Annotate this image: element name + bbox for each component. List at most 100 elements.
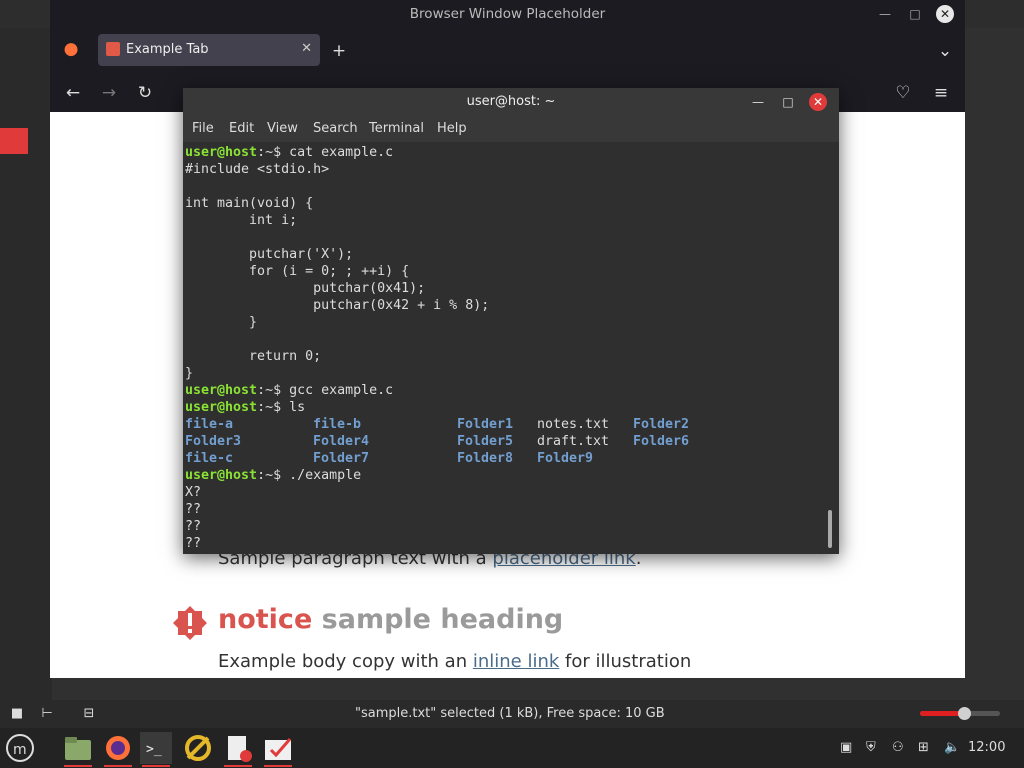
new-tab-button[interactable]: + — [328, 40, 350, 62]
places-icon[interactable]: ■ — [6, 704, 28, 724]
maximize-button[interactable]: □ — [906, 5, 924, 23]
announcement-heading: notice sample heading — [218, 604, 563, 635]
ls-entry: Folder3 — [185, 434, 242, 449]
ls-entry: Folder2 — [633, 417, 690, 432]
status-text: "sample.txt" selected (1 kB), Free space… — [355, 706, 665, 721]
ls-entry: Folder5 — [457, 434, 514, 449]
files-icon[interactable] — [62, 732, 94, 767]
prompt-line: user@host:~$ ls — [185, 400, 306, 415]
zoom-slider-handle[interactable] — [958, 707, 971, 720]
svg-text:>_: >_ — [146, 742, 162, 757]
terminal-icon[interactable]: >_ — [140, 732, 172, 767]
shield-icon[interactable]: ⛨ — [866, 740, 876, 755]
terminal-maximize-button[interactable]: □ — [779, 93, 797, 111]
paragraph2-suffix: for illustration — [559, 651, 692, 672]
tab-close-icon[interactable]: ✕ — [301, 41, 312, 56]
ls-entry: draft.txt — [537, 434, 610, 449]
prompt-text: user@host — [185, 383, 258, 398]
prompt-text: user@host — [185, 400, 258, 415]
ls-entry: file-a — [185, 417, 234, 432]
browser-logo-icon[interactable]: ● — [60, 38, 82, 60]
program-output-line: ?? — [185, 536, 202, 551]
terminal-menubar: File Edit View Search Terminal Help — [183, 116, 839, 142]
notes-icon[interactable] — [262, 732, 294, 767]
prompt-text: user@host — [185, 145, 258, 160]
ls-entry: file-b — [313, 417, 362, 432]
pocket-icon[interactable]: ♡ — [892, 82, 914, 104]
user-icon[interactable]: ⚇ — [892, 740, 904, 755]
tab-bar: ● Example Tab ✕ + ⌄ — [50, 28, 965, 72]
program-output-line: X? — [185, 485, 202, 500]
output-line: } — [185, 315, 258, 330]
browser-icon[interactable] — [102, 732, 134, 767]
sync-icon[interactable] — [182, 732, 214, 764]
menu-terminal[interactable]: Terminal — [369, 121, 424, 136]
menu-view[interactable]: View — [267, 121, 298, 136]
terminal-output[interactable]: user@host:~$ cat example.c #include <stdi… — [185, 144, 825, 552]
prompt-line: user@host:~$ gcc example.c — [185, 383, 394, 398]
page-link-2[interactable]: inline link — [473, 651, 559, 672]
output-line: return 0; — [185, 349, 322, 364]
menu-icon[interactable]: m — [4, 732, 36, 764]
minimize-button[interactable]: — — [876, 5, 894, 23]
prompt-line: user@host:~$ cat example.c — [185, 145, 394, 160]
back-button[interactable]: ← — [62, 82, 84, 104]
ls-entry: notes.txt — [537, 417, 610, 432]
output-line: #include <stdio.h> — [185, 162, 330, 177]
ls-entry: Folder1 — [457, 417, 514, 432]
reload-button[interactable]: ↻ — [134, 82, 156, 104]
browser-title: Browser Window Placeholder — [409, 6, 606, 22]
menu-help[interactable]: Help — [437, 121, 467, 136]
forward-button[interactable]: → — [98, 82, 120, 104]
sidebar-toggle-icon[interactable]: ⊟ — [78, 704, 100, 724]
menu-edit[interactable]: Edit — [229, 121, 254, 136]
output-line: int main(void) { — [185, 196, 314, 211]
output-line: } — [185, 366, 194, 381]
menu-file[interactable]: File — [192, 121, 214, 136]
program-output-line: ?? — [185, 519, 202, 534]
menu-search[interactable]: Search — [313, 121, 358, 136]
terminal-close-button[interactable]: ✕ — [809, 93, 827, 111]
ls-entry: Folder8 — [457, 451, 514, 466]
terminal-window[interactable]: user@host: ~ — □ ✕ File Edit View Search… — [183, 88, 839, 554]
ls-entry: Folder9 — [537, 451, 594, 466]
paragraph2-text: Example body copy with an — [218, 651, 473, 672]
announcement-word: notice — [218, 604, 313, 635]
tab-favicon-icon — [106, 42, 120, 56]
zoom-slider[interactable] — [920, 707, 1000, 720]
menu-icon[interactable]: ≡ — [930, 82, 952, 104]
output-line: int i; — [185, 213, 298, 228]
tree-icon[interactable]: ⊢ — [36, 704, 58, 724]
announcement-rest: sample heading — [312, 604, 564, 635]
ls-entry: file-c — [185, 451, 234, 466]
tab-active[interactable]: Example Tab ✕ — [98, 34, 320, 66]
alert-icon — [173, 606, 207, 640]
list-tabs-icon[interactable]: ⌄ — [934, 40, 956, 62]
output-line: putchar(0x42 + i % 8); — [185, 298, 490, 313]
program-output-line: ?? — [185, 502, 202, 517]
clipboard-icon[interactable]: ▣ — [840, 740, 852, 755]
page-paragraph-2: Example body copy with an inline link fo… — [218, 651, 691, 672]
prompt-line: user@host:~$ ./example — [185, 468, 362, 483]
file-manager-statusbar: ■ ⊢ ⊟ "sample.txt" selected (1 kB), Free… — [0, 700, 1024, 728]
file-manager-sidebar — [0, 28, 52, 700]
ls-entry: Folder6 — [633, 434, 690, 449]
svg-text:m: m — [13, 742, 27, 758]
volume-icon[interactable]: 🔈 — [944, 740, 960, 755]
output-line: for (i = 0; ; ++i) { — [185, 264, 410, 279]
ls-entry: Folder7 — [313, 451, 370, 466]
ls-entry: Folder4 — [313, 434, 370, 449]
close-button[interactable]: ✕ — [936, 5, 954, 23]
sidebar-selected-item[interactable] — [0, 128, 28, 154]
network-icon[interactable]: ⊞ — [918, 740, 929, 755]
taskbar: m >_ ▣ ⛨ ⚇ ⊞ 🔈 12:00 — [0, 728, 1024, 768]
terminal-scrollbar[interactable] — [828, 510, 832, 548]
tab-label: Example Tab — [126, 42, 209, 57]
output-line: putchar(0x41); — [185, 281, 426, 296]
output-line: putchar('X'); — [185, 247, 354, 262]
prompt-text: user@host — [185, 468, 258, 483]
terminal-title: user@host: ~ — [183, 88, 839, 116]
editor-icon[interactable] — [222, 732, 254, 767]
terminal-minimize-button[interactable]: — — [749, 93, 767, 111]
clock[interactable]: 12:00 — [968, 740, 1005, 755]
